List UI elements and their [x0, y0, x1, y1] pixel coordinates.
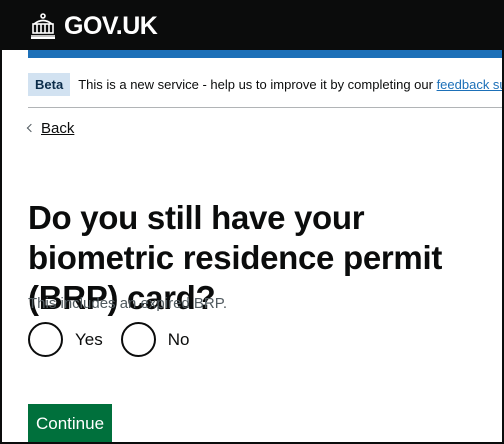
feedback-survey-link[interactable]: feedback survey — [437, 77, 502, 92]
radio-no-label: No — [167, 329, 190, 349]
radio-yes-label: Yes — [75, 329, 103, 349]
page-frame: GOV.UK Beta This is a new service - help… — [0, 0, 504, 444]
phase-banner-message: This is a new service - help us to impro… — [78, 77, 437, 92]
site-header: GOV.UK — [2, 2, 502, 50]
beta-tag: Beta — [28, 73, 71, 96]
radio-yes-input[interactable] — [28, 322, 63, 357]
radio-no-input[interactable] — [120, 322, 156, 357]
phase-banner-text: This is a new service - help us to impro… — [78, 77, 502, 92]
govuk-logo-link[interactable]: GOV.UK — [28, 11, 158, 41]
govuk-logo-text: GOV.UK — [64, 12, 158, 40]
chevron-left-icon — [26, 123, 36, 133]
back-link[interactable]: Back — [26, 120, 75, 137]
continue-button[interactable]: Continue — [28, 404, 112, 442]
crown-icon — [31, 13, 55, 39]
radio-option-yes[interactable]: Yes — [28, 322, 103, 357]
radio-option-no[interactable]: No — [120, 322, 190, 357]
radio-group: Yes No — [28, 322, 207, 357]
header-accent-bar — [28, 50, 502, 58]
question-hint: This includes an expired BRP. — [28, 295, 227, 312]
back-link-label: Back — [41, 120, 75, 137]
phase-banner: Beta This is a new service - help us to … — [28, 62, 502, 108]
